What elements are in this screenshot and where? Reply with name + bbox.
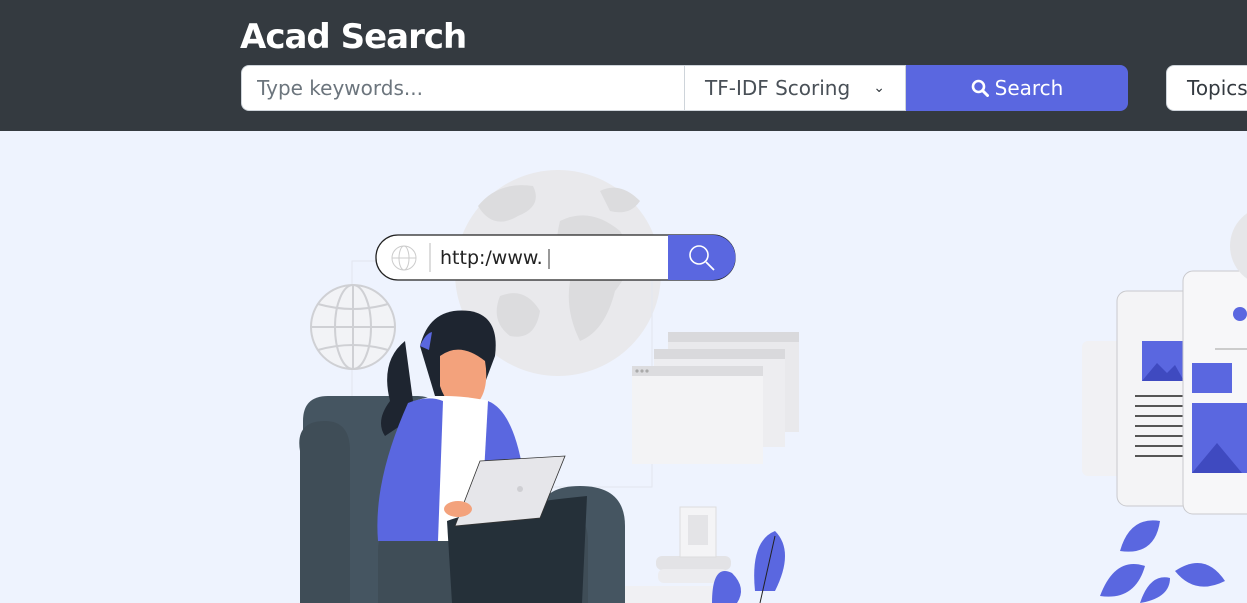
search-button[interactable]: Search: [906, 65, 1128, 111]
topics-button-label: Topics: [1187, 76, 1247, 100]
right-plant: [1100, 520, 1225, 603]
brand-title[interactable]: Acad Search: [240, 16, 467, 58]
illustration-url-text: http:/www.: [440, 247, 543, 269]
hero-artwork: [299, 170, 1247, 603]
topics-button[interactable]: Topics: [1166, 65, 1247, 111]
top-navbar: Acad Search TF-IDF Scoring ⌄ Search Topi…: [0, 0, 1247, 131]
search-input[interactable]: [241, 65, 684, 111]
scoring-select-value: TF-IDF Scoring: [705, 76, 851, 100]
illustration-search-bar: [375, 234, 736, 281]
search-icon: [971, 79, 989, 97]
search-button-label: Search: [994, 76, 1064, 100]
scoring-select[interactable]: TF-IDF Scoring ⌄: [684, 65, 906, 111]
chevron-down-icon: ⌄: [873, 80, 885, 96]
phone-mockups: [1082, 270, 1247, 515]
browser-windows: [632, 332, 799, 464]
hero-illustration: http:/www.: [0, 131, 1247, 603]
line-globe: [310, 284, 396, 370]
